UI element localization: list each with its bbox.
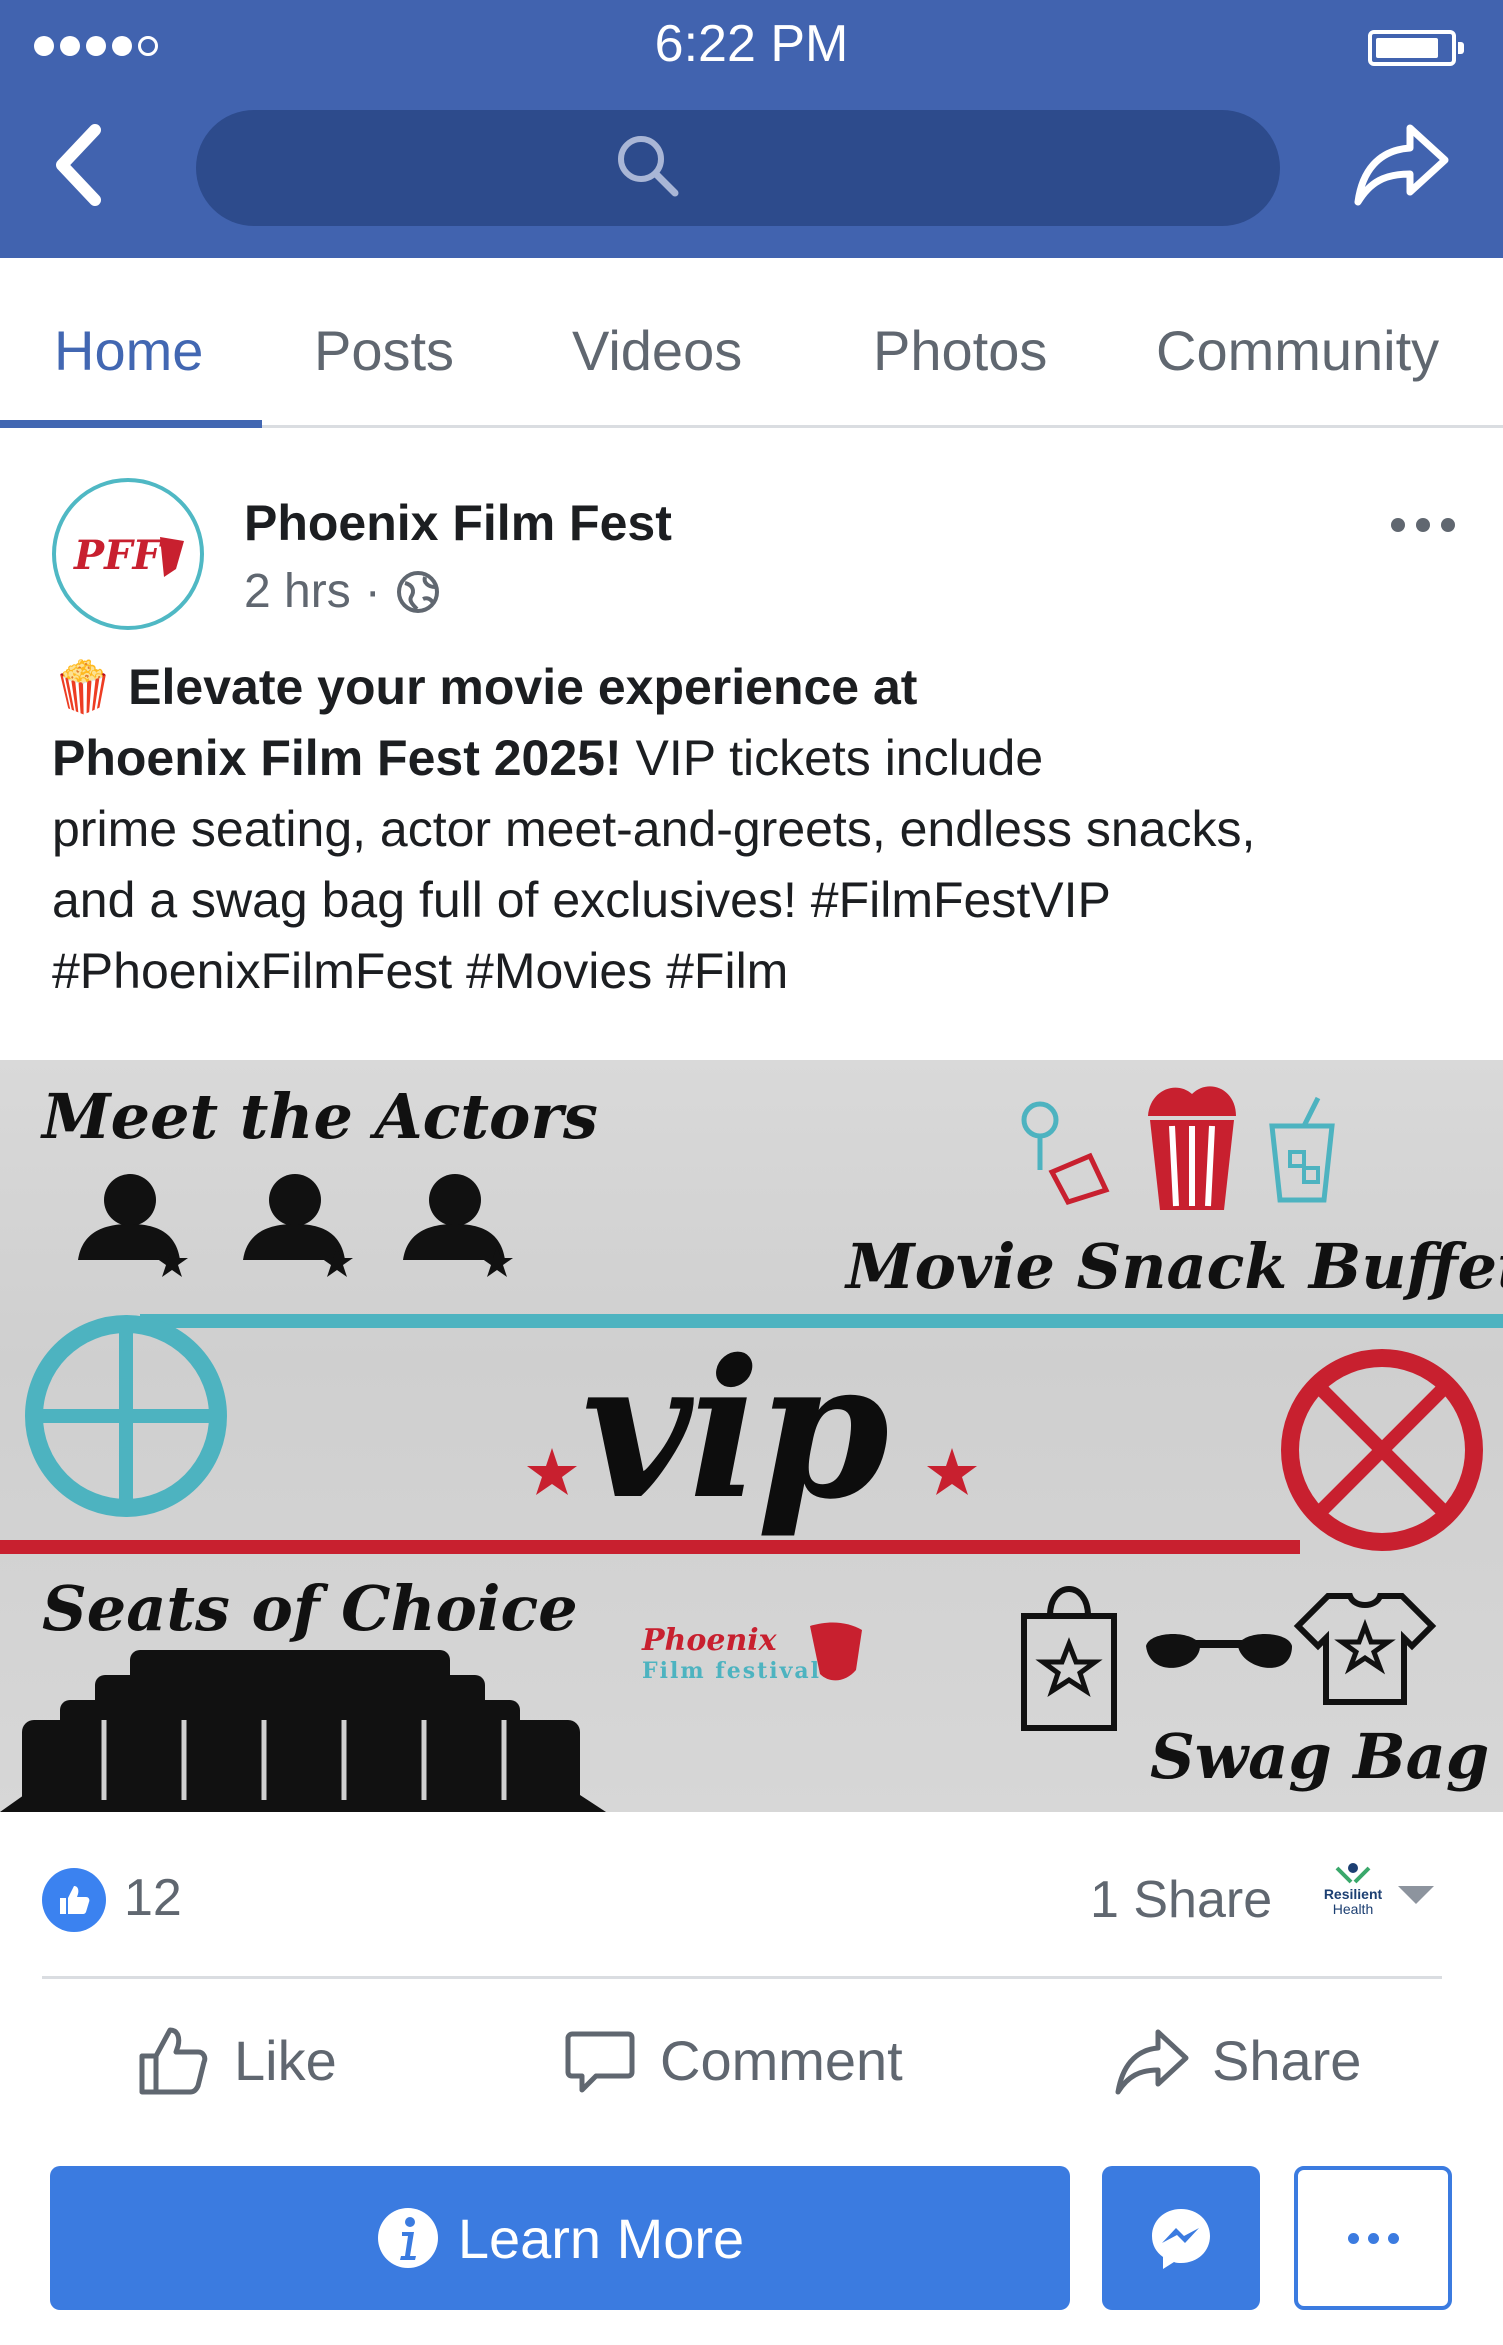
search-icon <box>618 136 679 197</box>
learn-more-button[interactable]: Learn More <box>50 2166 1070 2310</box>
more-actions-button[interactable] <box>1294 2166 1452 2310</box>
page-logo-line-1: Resilient <box>1323 1886 1383 1902</box>
comment-label: Comment <box>660 2028 903 2092</box>
svg-text:PFF: PFF <box>73 532 163 579</box>
banner-meet-actors: Meet the Actors <box>42 1080 598 1153</box>
more-options-icon[interactable] <box>1388 510 1458 540</box>
thumbs-up-icon <box>139 2027 208 2095</box>
post-text-5: #PhoenixFilmFest #Movies #Film <box>52 943 789 999</box>
share-icon <box>1115 2029 1189 2095</box>
status-time: 6:22 PM <box>654 15 849 73</box>
banner-snack-buffet: Movie Snack Buffet <box>846 1230 1503 1303</box>
info-icon <box>377 2208 438 2268</box>
post-bold-line-2: Phoenix Film Fest 2025! <box>52 730 622 786</box>
banner-festival-logo: Phoenix Film festival <box>642 1626 821 1686</box>
battery-icon <box>1368 30 1464 66</box>
more-dot-icon <box>1387 2232 1399 2244</box>
tab-home[interactable]: Home <box>54 318 203 383</box>
tab-photos[interactable]: Photos <box>873 318 1047 383</box>
share-arrow-icon[interactable] <box>1350 120 1450 210</box>
like-button[interactable]: Like <box>136 2022 337 2098</box>
meta-separator: · <box>364 565 381 618</box>
comment-button[interactable]: Comment <box>562 2022 903 2098</box>
banner-swag-bag: Swag Bag <box>1150 1720 1490 1793</box>
share-count[interactable]: 1 Share <box>1090 1870 1272 1930</box>
search-input[interactable] <box>196 110 1280 226</box>
banner-vip: vip <box>582 1318 889 1541</box>
back-arrow-icon[interactable] <box>50 120 110 210</box>
like-label: Like <box>234 2028 337 2092</box>
post-time[interactable]: 2 hrs <box>244 564 351 619</box>
pff-logo-icon: PFF <box>73 532 184 579</box>
tab-videos[interactable]: Videos <box>572 318 742 383</box>
post-bold-line-1: Elevate your movie experience at <box>128 659 918 715</box>
banner-logo-line-2: Film festival <box>642 1658 822 1684</box>
banner-seats: Seats of Choice <box>42 1572 578 1645</box>
chevron-down-icon[interactable] <box>1398 1886 1434 1904</box>
page-tabs: Home Posts Videos Photos Community <box>0 258 1503 428</box>
tab-posts[interactable]: Posts <box>314 318 454 383</box>
page-avatar[interactable]: PFF <box>52 478 204 630</box>
more-dot-icon <box>1367 2232 1379 2244</box>
like-reaction-icon[interactable] <box>42 1868 106 1932</box>
comment-icon <box>565 2031 635 2093</box>
post-text: 🍿 Elevate your movie experience at Phoen… <box>52 652 1462 1007</box>
messenger-button[interactable] <box>1102 2166 1260 2310</box>
more-dot-icon <box>1347 2232 1359 2244</box>
top-bar: 6:22 PM <box>0 0 1503 258</box>
page-profile-switcher[interactable]: Resilient Health <box>1318 1862 1388 1917</box>
share-button[interactable]: Share <box>1114 2022 1361 2098</box>
post-text-4: and a swag bag full of exclusives! #Film… <box>52 872 1111 928</box>
popcorn-emoji: 🍿 <box>52 659 115 715</box>
tab-community[interactable]: Community <box>1156 318 1439 383</box>
learn-more-label: Learn More <box>457 2206 745 2270</box>
active-tab-indicator <box>0 420 262 428</box>
banner-logo-line-1: Phoenix <box>642 1623 777 1658</box>
post-text-3: prime seating, actor meet-and-greets, en… <box>52 801 1256 857</box>
like-count[interactable]: 12 <box>124 1868 182 1928</box>
divider <box>42 1976 1442 1979</box>
page-name[interactable]: Phoenix Film Fest <box>244 494 672 552</box>
share-label: Share <box>1212 2028 1362 2092</box>
resilient-health-logo-icon <box>1335 1863 1371 1884</box>
messenger-icon <box>1152 2209 1210 2269</box>
post-text-2: VIP tickets include <box>621 730 1044 786</box>
globe-icon <box>396 570 439 613</box>
vip-banner-image[interactable]: Meet the Actors Movie Snack Buffet vip S… <box>0 1060 1503 1812</box>
page-logo-line-2: Health <box>1332 1901 1374 1917</box>
post-meta: 2 hrs · <box>244 564 441 619</box>
